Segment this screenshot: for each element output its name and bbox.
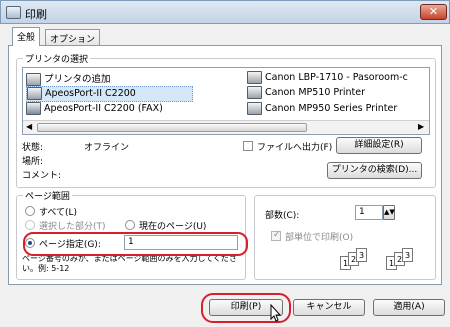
scrollbar-thumb[interactable] <box>37 123 307 132</box>
highlight-ring-page-range <box>23 232 248 256</box>
radio-selection[interactable] <box>25 220 35 230</box>
spinner-icon: ▲▼ <box>384 208 395 216</box>
copies-label: 部数(C): <box>265 211 300 221</box>
title-bar: 印刷 ✕ <box>0 0 450 24</box>
collate-label: 部単位で印刷(O) <box>285 233 354 243</box>
copies-spinner[interactable]: ▲▼ <box>383 205 395 220</box>
location-label: 場所: <box>22 157 44 167</box>
copies-group: 部数(C): 1 ▲▼ ✓ 部単位で印刷(O) 1 2 3 1 2 3 <box>254 195 436 280</box>
cursor-icon <box>270 304 282 322</box>
radio-all-pages[interactable] <box>25 206 35 216</box>
tab-options[interactable]: オプション <box>45 29 101 46</box>
tab-general[interactable]: 全般 <box>12 27 41 46</box>
collate-set-2-icon: 1 2 3 <box>386 248 426 274</box>
collate-set-1-icon: 1 2 3 <box>340 248 380 274</box>
comment-label: コメント: <box>22 171 62 181</box>
fax-icon <box>26 102 41 115</box>
scroll-left-icon[interactable]: ◀ <box>26 122 32 131</box>
printer-item-canon-lbp[interactable]: Canon LBP-1710 - Pasoroom-c <box>247 71 408 85</box>
scroll-right-icon[interactable]: ▶ <box>418 122 424 131</box>
selection-label[interactable]: 選択した部分(T) <box>39 219 106 232</box>
printer-item-label: ApeosPort-II C2200 (FAX) <box>44 103 163 114</box>
status-value: オフライン <box>84 143 130 153</box>
collate-page: 3 <box>356 248 367 262</box>
printer-item-label: プリンタの追加 <box>44 74 111 85</box>
printer-item-canon-mp950[interactable]: Canon MP950 Series Printer <box>247 102 397 116</box>
apply-button[interactable]: 適用(A) <box>373 299 445 316</box>
printer-select-label: プリンタの選択 <box>23 52 91 65</box>
print-to-file-label[interactable]: ファイルへ出力(F) <box>257 140 332 153</box>
close-button[interactable]: ✕ <box>420 4 447 20</box>
printer-select-group: プリンタの選択 プリンタの追加 ApeosPort-II C2200 Apeos… <box>16 52 436 188</box>
find-printer-button[interactable]: プリンタの検索(D)... <box>327 162 422 179</box>
printer-icon <box>247 71 262 84</box>
window-title: 印刷 <box>25 8 47 21</box>
page-range-label: ページ範囲 <box>23 189 72 202</box>
cancel-button[interactable]: キャンセル <box>293 299 365 316</box>
printer-item-add[interactable]: プリンタの追加 <box>26 71 111 86</box>
copies-input[interactable]: 1 <box>355 205 383 220</box>
printer-list-scrollbar[interactable]: ◀ ▶ <box>23 120 429 134</box>
printer-item-label: Canon MP950 Series Printer <box>265 103 398 114</box>
printer-item-canon-mp510[interactable]: Canon MP510 Printer <box>247 86 365 100</box>
collate-page: 3 <box>402 248 413 262</box>
printer-list[interactable]: プリンタの追加 ApeosPort-II C2200 ApeosPort-II … <box>22 67 430 135</box>
printer-item-label: ApeosPort-II C2200 <box>45 88 136 99</box>
checkmark-icon: ✓ <box>273 230 281 240</box>
printer-item-apeosport-fax[interactable]: ApeosPort-II C2200 (FAX) <box>26 102 163 116</box>
printer-icon <box>247 102 262 115</box>
add-printer-icon <box>26 73 41 86</box>
radio-current-page[interactable] <box>125 220 135 230</box>
printer-item-apeosport[interactable]: ApeosPort-II C2200 <box>26 86 193 102</box>
page-range-hint: ページ番号のみか、またはページ範囲のみを入力してください。例: 5-12 <box>22 254 238 273</box>
collate-checkbox[interactable]: ✓ <box>271 230 281 241</box>
printer-icon <box>27 87 42 100</box>
printer-icon <box>247 86 262 99</box>
print-to-file-checkbox[interactable] <box>243 141 253 151</box>
all-pages-label[interactable]: すべて(L) <box>39 205 77 218</box>
printer-item-label: Canon MP510 Printer <box>265 87 366 98</box>
preferences-button[interactable]: 詳細設定(R) <box>336 137 422 154</box>
current-page-label[interactable]: 現在のページ(U) <box>139 219 206 232</box>
printer-item-label: Canon LBP-1710 - Pasoroom-c <box>265 72 408 83</box>
printer-icon <box>6 6 21 19</box>
status-label: 状態: <box>22 143 44 153</box>
